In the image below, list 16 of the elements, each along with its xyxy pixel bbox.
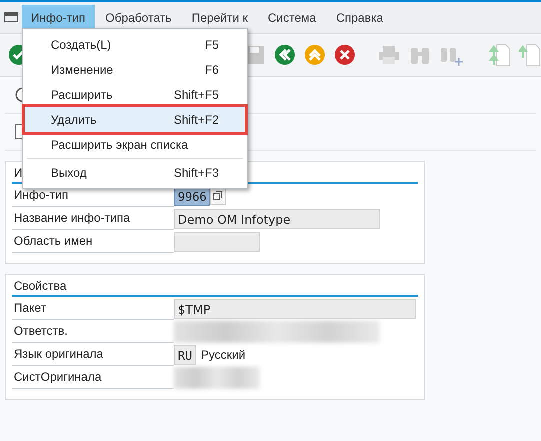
language-name: Русский xyxy=(201,348,246,362)
menu-title[interactable]: Система xyxy=(259,4,326,30)
group-title: Свойства xyxy=(12,275,418,297)
readonly-field: $TMP xyxy=(174,298,416,318)
readonly-field: Demo OM Infotype xyxy=(174,208,380,228)
menu-title[interactable]: Обработать xyxy=(96,4,181,30)
menu-title[interactable]: Инфо-тип xyxy=(22,4,94,30)
menu-item[interactable]: Удалить Shift+F2 xyxy=(25,107,245,132)
menu-title[interactable]: Справка xyxy=(327,4,392,30)
menu-item[interactable]: Расширить экран списка xyxy=(25,132,245,157)
menu-item[interactable]: Расширить Shift+F5 xyxy=(25,82,245,107)
readonly-field: RU xyxy=(174,344,196,364)
menu-item[interactable]: Выход Shift+F3 xyxy=(25,160,245,185)
menu-item[interactable]: Изменение F6 xyxy=(25,57,245,82)
menu-title[interactable]: Перейти к xyxy=(182,4,257,30)
menu-item[interactable]: Создать(L) F5 xyxy=(25,32,245,57)
